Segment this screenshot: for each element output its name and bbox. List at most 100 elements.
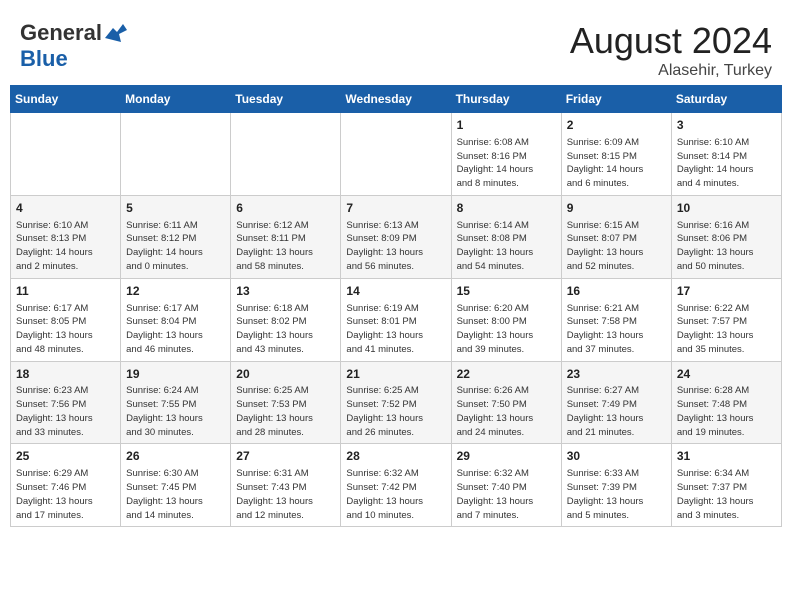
calendar-cell: 17 Sunrise: 6:22 AM Sunset: 7:57 PM Dayli…	[671, 278, 781, 361]
day-number: 20	[236, 366, 335, 383]
day-number: 24	[677, 366, 776, 383]
calendar-cell: 25 Sunrise: 6:29 AM Sunset: 7:46 PM Dayli…	[11, 444, 121, 527]
calendar-week-row: 1 Sunrise: 6:08 AM Sunset: 8:16 PM Daylig…	[11, 113, 782, 196]
day-number: 31	[677, 448, 776, 465]
calendar-cell: 15 Sunrise: 6:20 AM Sunset: 8:00 PM Dayli…	[451, 278, 561, 361]
day-number: 5	[126, 200, 225, 217]
calendar-header-row: SundayMondayTuesdayWednesdayThursdayFrid…	[11, 86, 782, 113]
calendar-cell: 4 Sunrise: 6:10 AM Sunset: 8:13 PM Daylig…	[11, 195, 121, 278]
calendar-cell: 10Sunrise: 6:16 AM Sunset: 8:06 PM Dayli…	[671, 195, 781, 278]
day-info: Sunrise: 6:15 AM Sunset: 8:07 PM Dayligh…	[567, 219, 666, 274]
day-number: 9	[567, 200, 666, 217]
weekday-header-tuesday: Tuesday	[231, 86, 341, 113]
day-info: Sunrise: 6:11 AM Sunset: 8:12 PM Dayligh…	[126, 219, 225, 274]
calendar-cell: 29Sunrise: 6:32 AM Sunset: 7:40 PM Dayli…	[451, 444, 561, 527]
month-year: August 2024	[570, 20, 772, 62]
calendar-cell: 11 Sunrise: 6:17 AM Sunset: 8:05 PM Dayli…	[11, 278, 121, 361]
day-number: 1	[457, 117, 556, 134]
day-info: Sunrise: 6:25 AM Sunset: 7:53 PM Dayligh…	[236, 384, 335, 439]
day-info: Sunrise: 6:10 AM Sunset: 8:13 PM Dayligh…	[16, 219, 115, 274]
weekday-header-thursday: Thursday	[451, 86, 561, 113]
calendar-cell: 28Sunrise: 6:32 AM Sunset: 7:42 PM Dayli…	[341, 444, 451, 527]
calendar-cell: 27 Sunrise: 6:31 AM Sunset: 7:43 PM Dayli…	[231, 444, 341, 527]
weekday-header-monday: Monday	[121, 86, 231, 113]
day-number: 13	[236, 283, 335, 300]
day-info: Sunrise: 6:31 AM Sunset: 7:43 PM Dayligh…	[236, 467, 335, 522]
day-info: Sunrise: 6:25 AM Sunset: 7:52 PM Dayligh…	[346, 384, 445, 439]
calendar-cell: 8 Sunrise: 6:14 AM Sunset: 8:08 PM Daylig…	[451, 195, 561, 278]
day-info: Sunrise: 6:32 AM Sunset: 7:42 PM Dayligh…	[346, 467, 445, 522]
calendar-cell: 9 Sunrise: 6:15 AM Sunset: 8:07 PM Daylig…	[561, 195, 671, 278]
day-info: Sunrise: 6:32 AM Sunset: 7:40 PM Dayligh…	[457, 467, 556, 522]
day-number: 30	[567, 448, 666, 465]
calendar-cell: 3 Sunrise: 6:10 AM Sunset: 8:14 PM Daylig…	[671, 113, 781, 196]
calendar-week-row: 18Sunrise: 6:23 AM Sunset: 7:56 PM Dayli…	[11, 361, 782, 444]
logo-blue: Blue	[20, 46, 68, 72]
day-info: Sunrise: 6:08 AM Sunset: 8:16 PM Dayligh…	[457, 136, 556, 191]
day-number: 2	[567, 117, 666, 134]
calendar-cell: 1 Sunrise: 6:08 AM Sunset: 8:16 PM Daylig…	[451, 113, 561, 196]
calendar-cell: 14 Sunrise: 6:19 AM Sunset: 8:01 PM Dayli…	[341, 278, 451, 361]
calendar-week-row: 25 Sunrise: 6:29 AM Sunset: 7:46 PM Dayli…	[11, 444, 782, 527]
day-number: 25	[16, 448, 115, 465]
day-number: 22	[457, 366, 556, 383]
calendar-table: SundayMondayTuesdayWednesdayThursdayFrid…	[10, 85, 782, 527]
calendar-cell: 5 Sunrise: 6:11 AM Sunset: 8:12 PM Daylig…	[121, 195, 231, 278]
day-number: 12	[126, 283, 225, 300]
day-info: Sunrise: 6:22 AM Sunset: 7:57 PM Dayligh…	[677, 302, 776, 357]
weekday-header-saturday: Saturday	[671, 86, 781, 113]
location: Alasehir, Turkey	[570, 62, 772, 80]
day-info: Sunrise: 6:09 AM Sunset: 8:15 PM Dayligh…	[567, 136, 666, 191]
day-number: 4	[16, 200, 115, 217]
day-info: Sunrise: 6:29 AM Sunset: 7:46 PM Dayligh…	[16, 467, 115, 522]
day-number: 21	[346, 366, 445, 383]
page-header: General Blue August 2024 Alasehir, Turke…	[10, 10, 782, 85]
calendar-cell	[341, 113, 451, 196]
day-number: 16	[567, 283, 666, 300]
day-number: 23	[567, 366, 666, 383]
logo-bird-icon	[105, 24, 127, 42]
day-info: Sunrise: 6:14 AM Sunset: 8:08 PM Dayligh…	[457, 219, 556, 274]
day-number: 17	[677, 283, 776, 300]
day-number: 6	[236, 200, 335, 217]
day-number: 15	[457, 283, 556, 300]
day-number: 27	[236, 448, 335, 465]
day-number: 7	[346, 200, 445, 217]
day-info: Sunrise: 6:34 AM Sunset: 7:37 PM Dayligh…	[677, 467, 776, 522]
day-info: Sunrise: 6:21 AM Sunset: 7:58 PM Dayligh…	[567, 302, 666, 357]
day-number: 3	[677, 117, 776, 134]
day-info: Sunrise: 6:26 AM Sunset: 7:50 PM Dayligh…	[457, 384, 556, 439]
day-info: Sunrise: 6:20 AM Sunset: 8:00 PM Dayligh…	[457, 302, 556, 357]
calendar-week-row: 11 Sunrise: 6:17 AM Sunset: 8:05 PM Dayli…	[11, 278, 782, 361]
day-info: Sunrise: 6:24 AM Sunset: 7:55 PM Dayligh…	[126, 384, 225, 439]
day-number: 26	[126, 448, 225, 465]
day-number: 11	[16, 283, 115, 300]
calendar-cell: 22Sunrise: 6:26 AM Sunset: 7:50 PM Dayli…	[451, 361, 561, 444]
day-info: Sunrise: 6:30 AM Sunset: 7:45 PM Dayligh…	[126, 467, 225, 522]
day-info: Sunrise: 6:10 AM Sunset: 8:14 PM Dayligh…	[677, 136, 776, 191]
day-info: Sunrise: 6:18 AM Sunset: 8:02 PM Dayligh…	[236, 302, 335, 357]
calendar-cell: 16 Sunrise: 6:21 AM Sunset: 7:58 PM Dayli…	[561, 278, 671, 361]
calendar-cell: 19Sunrise: 6:24 AM Sunset: 7:55 PM Dayli…	[121, 361, 231, 444]
calendar-cell: 12 Sunrise: 6:17 AM Sunset: 8:04 PM Dayli…	[121, 278, 231, 361]
calendar-cell	[11, 113, 121, 196]
calendar-cell	[231, 113, 341, 196]
calendar-cell: 24Sunrise: 6:28 AM Sunset: 7:48 PM Dayli…	[671, 361, 781, 444]
day-info: Sunrise: 6:19 AM Sunset: 8:01 PM Dayligh…	[346, 302, 445, 357]
calendar-cell: 26 Sunrise: 6:30 AM Sunset: 7:45 PM Dayli…	[121, 444, 231, 527]
day-info: Sunrise: 6:17 AM Sunset: 8:05 PM Dayligh…	[16, 302, 115, 357]
day-info: Sunrise: 6:23 AM Sunset: 7:56 PM Dayligh…	[16, 384, 115, 439]
calendar-cell: 6 Sunrise: 6:12 AM Sunset: 8:11 PM Daylig…	[231, 195, 341, 278]
calendar-cell: 30Sunrise: 6:33 AM Sunset: 7:39 PM Dayli…	[561, 444, 671, 527]
day-info: Sunrise: 6:16 AM Sunset: 8:06 PM Dayligh…	[677, 219, 776, 274]
day-info: Sunrise: 6:28 AM Sunset: 7:48 PM Dayligh…	[677, 384, 776, 439]
day-info: Sunrise: 6:13 AM Sunset: 8:09 PM Dayligh…	[346, 219, 445, 274]
day-number: 8	[457, 200, 556, 217]
day-number: 14	[346, 283, 445, 300]
day-info: Sunrise: 6:17 AM Sunset: 8:04 PM Dayligh…	[126, 302, 225, 357]
month-title-block: August 2024 Alasehir, Turkey	[570, 20, 772, 80]
weekday-header-friday: Friday	[561, 86, 671, 113]
day-number: 19	[126, 366, 225, 383]
calendar-cell: 23Sunrise: 6:27 AM Sunset: 7:49 PM Dayli…	[561, 361, 671, 444]
day-info: Sunrise: 6:12 AM Sunset: 8:11 PM Dayligh…	[236, 219, 335, 274]
